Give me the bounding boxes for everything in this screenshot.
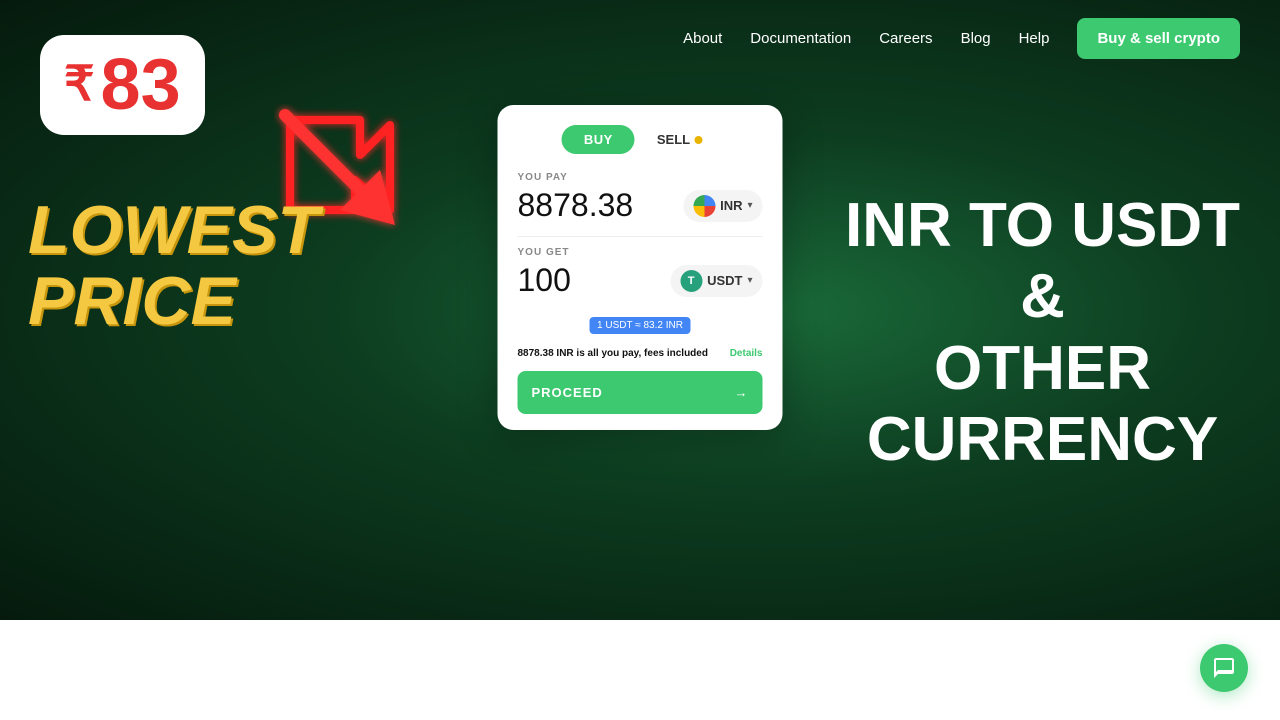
usdt-currency-selector[interactable]: T USDT ▾ [670, 265, 762, 297]
inr-currency-label: INR [720, 198, 742, 213]
usdt-currency-label: USDT [707, 273, 742, 288]
right-headline: INR TO USDT & OTHER CURRENCY [845, 190, 1240, 475]
exchange-widget: BUY SELL YOU PAY 8878.38 INR ▾ YOU GET [498, 105, 783, 430]
buy-sell-tabs: BUY SELL [518, 125, 763, 154]
you-pay-section: YOU PAY 8878.38 INR ▾ [518, 172, 763, 224]
details-link[interactable]: Details [730, 348, 763, 359]
fees-text: 8878.38 INR is all you pay, fees include… [518, 348, 708, 359]
inr-flag-icon [693, 195, 715, 217]
sell-dot-icon [694, 136, 702, 144]
rate-badge: 1 USDT ≈ 83.2 INR [589, 317, 691, 334]
nav-blog[interactable]: Blog [961, 30, 991, 47]
nav-help[interactable]: Help [1019, 30, 1050, 47]
you-get-amount: 100 [518, 262, 571, 299]
tab-buy[interactable]: BUY [562, 125, 635, 154]
divider [518, 236, 763, 237]
lowest-price-text: LOWEST PRICE [28, 195, 319, 338]
chevron-down-icon: ▾ [747, 200, 752, 211]
buy-sell-cta-button[interactable]: Buy & sell crypto [1077, 18, 1240, 59]
you-pay-row: 8878.38 INR ▾ [518, 187, 763, 224]
you-get-section: YOU GET 100 T USDT ▾ [518, 247, 763, 299]
chat-button[interactable] [1200, 644, 1248, 692]
you-get-row: 100 T USDT ▾ [518, 262, 763, 299]
chat-icon [1212, 656, 1236, 680]
tab-sell[interactable]: SELL [641, 125, 718, 154]
chevron-down-icon-2: ▾ [747, 275, 752, 286]
proceed-label: PROCEED [532, 385, 603, 400]
you-pay-label: YOU PAY [518, 172, 763, 183]
fees-row: 8878.38 INR is all you pay, fees include… [518, 348, 763, 359]
bottom-strip [0, 620, 1280, 720]
proceed-button[interactable]: PROCEED → [518, 371, 763, 414]
you-pay-amount: 8878.38 [518, 187, 634, 224]
inr-currency-selector[interactable]: INR ▾ [683, 190, 762, 222]
usdt-icon: T [680, 270, 702, 292]
hero-section: About Documentation Careers Blog Help Bu… [0, 0, 1280, 620]
nav-careers[interactable]: Careers [879, 30, 932, 47]
navbar: About Documentation Careers Blog Help Bu… [0, 0, 1280, 77]
you-get-label: YOU GET [518, 247, 763, 258]
rate-badge-wrap: 1 USDT ≈ 83.2 INR [518, 311, 763, 340]
proceed-arrow-icon: → [735, 385, 749, 400]
nav-about[interactable]: About [683, 30, 722, 47]
nav-documentation[interactable]: Documentation [750, 30, 851, 47]
